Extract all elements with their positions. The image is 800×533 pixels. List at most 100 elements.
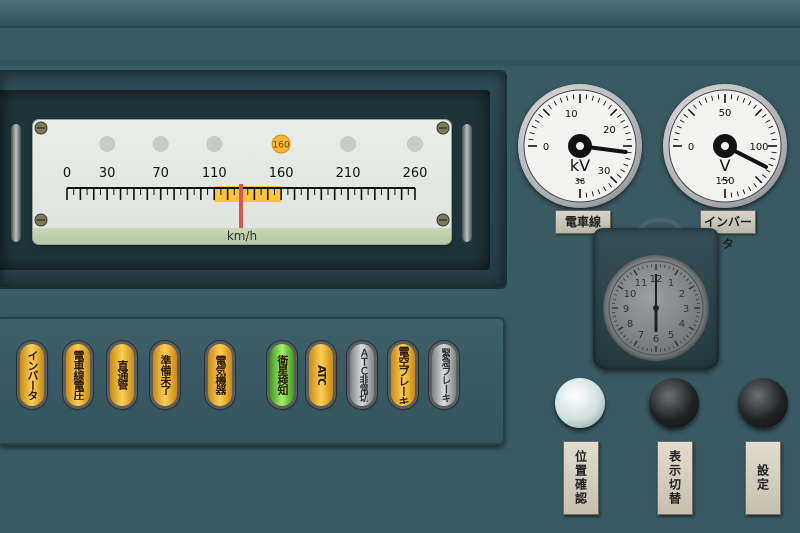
indicator-lamp-label: インバータ [26,350,38,400]
clock-tick [672,267,675,271]
speed-tick-label: 160 [269,166,294,181]
clock-numeral: 7 [638,330,644,341]
clock-tick [642,346,644,350]
indicator-lamp-label: 電空ブレーキ [397,346,409,404]
clock-tick [674,269,679,276]
indicator-lamp-label: 衛星検知 [276,355,288,395]
panel-ledge [0,60,800,66]
clock-dial: 123456789101112 [608,260,704,356]
clock-numeral: 3 [683,304,689,315]
position-check-label: 位置確認 [563,441,599,515]
line-voltage-tick-label: 30 [598,166,611,177]
settings-button[interactable] [738,378,788,428]
clock-tick [633,269,638,276]
clock-tick [626,275,629,278]
inverter-tick-label: 0 [688,142,694,153]
indicator-lamp-label: 緊急ブレーキ [439,348,450,402]
indicator-lamp-label: 直通管 [116,360,128,390]
clock-tick [614,294,618,296]
clock-tick [617,285,624,290]
top-bar [0,0,800,28]
clock-numeral: 9 [623,304,629,315]
clock-tick [679,272,683,276]
speed-tick-label: 70 [152,166,169,181]
clock-tick [672,345,675,349]
indicator-lamp: ATC [309,344,333,406]
clock-tick [686,278,689,281]
signal-dot [206,136,223,152]
indicator-lamp-label: 電気機器 [214,355,226,395]
speed-tick-label: 110 [202,166,227,181]
clock-tick [683,275,686,278]
indicator-lamp-label: ＡＴＣ非常切 [357,348,368,402]
clock-tick [646,348,648,352]
display-switch-label: 表示切替 [657,441,693,515]
clock-tick [617,326,624,331]
clock-tick [633,340,638,347]
clock-tick [664,264,666,268]
line-voltage-gauge: 0 10 20 30 36 kV ~ [518,84,642,208]
signal-dot [152,136,169,152]
clock-tick [696,298,700,300]
inverter-tick-label: 100 [749,142,768,153]
line-voltage-tick-label: 0 [543,142,549,153]
display-switch-button[interactable] [649,378,699,428]
clock-tick [614,320,618,322]
atc-limit-value: 160 [273,141,290,151]
clock-tick [693,289,697,292]
indicator-lamp: 直通管 [110,344,134,406]
line-voltage-tick-label: 20 [603,125,616,136]
position-check-button[interactable] [555,378,605,428]
clock-icon: 123456789101112 [603,255,709,361]
signal-dot [407,136,423,152]
clock-tick [688,326,695,331]
position-check-label-text: 位置確認 [573,450,588,506]
clock-tick [679,340,683,344]
speed-tick-label: 0 [63,166,71,181]
clock-numeral: 2 [679,289,685,300]
line-voltage-unit-symbol: ~ [575,173,585,187]
indicator-lamp: 電空ブレーキ [391,344,415,406]
indicator-lamp: 衛星検知 [270,344,294,406]
speed-tick-label: 210 [336,166,361,181]
indicator-lamp: 電気機器 [208,344,232,406]
clock-tick [637,345,640,349]
clock-tick [688,285,695,290]
display-switch-label-text: 表示切替 [667,450,682,506]
clock-tick [646,264,648,268]
clock-tick [674,340,679,347]
clock-hub [653,305,659,311]
clock-tick [629,272,633,276]
clock-tick [664,348,666,352]
speedometer-scale: 160 0 30 70 110 160 210 260 [34,121,450,228]
speedometer: 160 0 30 70 110 160 210 260 km/h [33,120,451,244]
clock-tick [696,316,700,318]
indicator-lamp: 準備未了 [153,344,177,406]
indicator-lamp: 電車線電圧 [66,344,90,406]
clock-numeral: 4 [679,319,685,330]
clock-tick [637,267,640,271]
clock-tick [623,278,626,281]
indicator-lamp: インバータ [20,344,44,406]
clock-tick [612,316,616,318]
clock-tick [688,331,692,335]
indicator-lamp-label: 電車線電圧 [72,350,84,400]
speed-unit: km/h [33,228,451,244]
settings-label-text: 設定 [755,464,770,492]
clock-tick [694,320,698,322]
indicator-lamp-label: 準備未了 [159,355,171,395]
settings-label: 設定 [745,441,781,515]
indicator-lamp: 緊急ブレーキ [432,344,456,406]
clock-tick [688,281,692,285]
speed-tick-label: 30 [99,166,116,181]
clock-tick [694,294,698,296]
clock-tick [620,331,624,335]
inverter-gauge: 0 50 100 150 V ~ [663,84,787,208]
clock-tick [686,335,689,338]
clock-tick [629,340,633,344]
clock-numeral: 5 [668,330,674,341]
indicator-lamp-label: ATC [315,364,327,386]
clock-numeral: 6 [653,334,659,345]
inverter-dial: 050100150V~ [668,89,782,203]
clock-numeral: 1 [668,278,674,289]
